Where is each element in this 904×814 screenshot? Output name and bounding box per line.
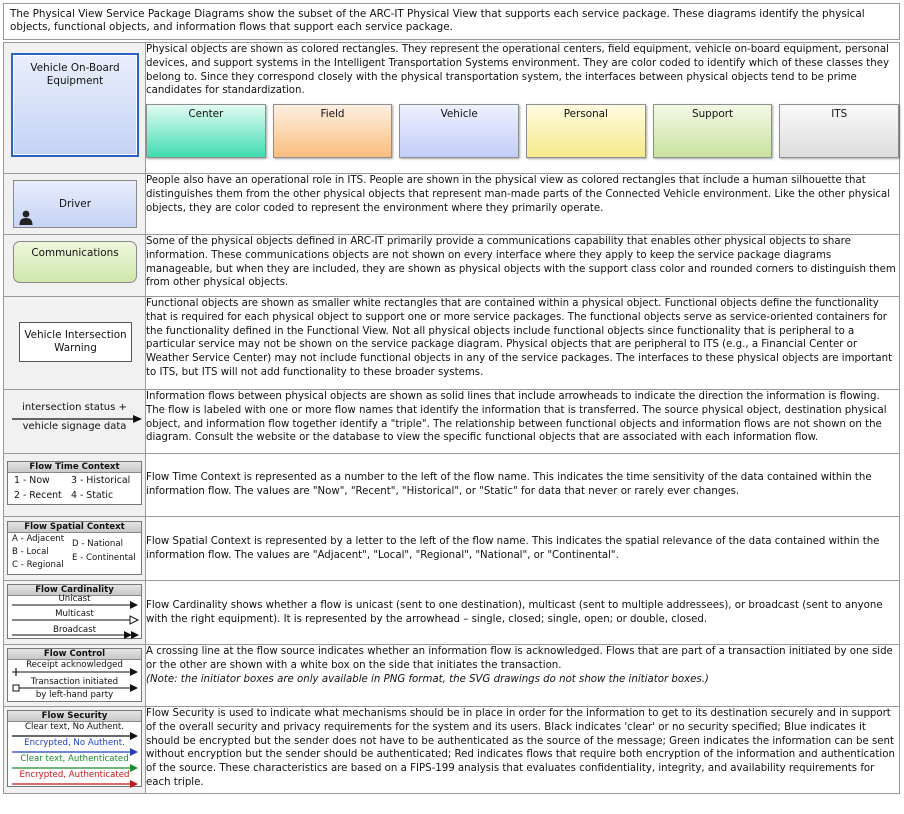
time-context-item: 2 - Recent xyxy=(14,490,62,501)
information-flow-description: Information flows between physical objec… xyxy=(146,391,887,444)
time-context-item: 4 - Static xyxy=(71,490,114,501)
cardinality-arrows xyxy=(12,601,140,639)
driver-box: Driver xyxy=(13,180,137,228)
time-context-description-cell: Flow Time Context is represented as a nu… xyxy=(145,453,900,517)
time-context-description: Flow Time Context is represented as a nu… xyxy=(146,472,872,497)
control-description: A crossing line at the flow source indic… xyxy=(146,646,893,671)
row-information-flows: intersection status + vehicle signage da… xyxy=(3,389,900,454)
flow-label-bottom: vehicle signage data xyxy=(22,421,127,432)
class-box-its: ITS xyxy=(779,104,900,159)
security-arrows xyxy=(12,732,138,788)
physical-object-label: Vehicle On-Board Equipment xyxy=(30,62,120,87)
class-box-personal: Personal xyxy=(526,104,646,159)
spatial-context-description-cell: Flow Spatial Context is represented by a… xyxy=(145,516,900,581)
class-box-center: Center xyxy=(146,104,266,159)
time-context-item: 1 - Now xyxy=(14,475,50,486)
control-arrows xyxy=(12,668,138,692)
time-context-item: 3 - Historical xyxy=(71,475,131,486)
control-box: Flow Control Receipt acknowledged Transa… xyxy=(7,648,142,702)
time-context-box: Flow Time Context 1 - Now 3 - Historical… xyxy=(7,461,142,505)
driver-label: Driver xyxy=(59,198,91,210)
class-box-vehicle: Vehicle xyxy=(399,104,520,159)
functional-object-description-cell: Functional objects are shown as smaller … xyxy=(145,296,900,390)
driver-sample-cell: Driver xyxy=(3,173,146,235)
intro-text: The Physical View Service Package Diagra… xyxy=(3,3,900,40)
spatial-context-box: Flow Spatial Context A - Adjacent B - Lo… xyxy=(7,521,142,575)
row-driver: Driver People also have an operational r… xyxy=(3,173,900,235)
acknowledged-arrow xyxy=(12,668,138,676)
legend-page: The Physical View Service Package Diagra… xyxy=(0,0,904,814)
communications-box: Communications xyxy=(13,241,137,283)
physical-object-box[interactable]: Vehicle On-Board Equipment xyxy=(13,55,137,155)
functional-object-label: Vehicle Intersection Warning xyxy=(24,329,127,354)
row-flow-spatial-context: Flow Spatial Context A - Adjacent B - Lo… xyxy=(3,516,900,581)
physical-object-classes: Center Field Vehicle Personal Support IT… xyxy=(146,104,900,159)
communications-label: Communications xyxy=(31,247,119,259)
control-description-cell: A crossing line at the flow source indic… xyxy=(145,644,900,707)
security-arrow xyxy=(12,764,138,772)
transaction-arrow xyxy=(12,684,138,692)
class-label: Field xyxy=(320,108,345,121)
class-label: Center xyxy=(188,108,224,121)
cardinality-description-cell: Flow Cardinality shows whether a flow is… xyxy=(145,580,900,645)
functional-object-description: Functional objects are shown as smaller … xyxy=(146,298,893,378)
spatial-context-description: Flow Spatial Context is represented by a… xyxy=(146,535,880,561)
functional-object-box: Vehicle Intersection Warning xyxy=(19,322,132,362)
unicast-arrow xyxy=(12,601,138,609)
security-arrow xyxy=(12,780,138,788)
cardinality-description: Flow Cardinality shows whether a flow is… xyxy=(146,599,883,625)
security-box: Flow Security Clear text, No Authent. En… xyxy=(7,710,142,788)
spatial-context-sample-cell: Flow Spatial Context A - Adjacent B - Lo… xyxy=(3,516,146,581)
row-communications: Communications Some of the physical obje… xyxy=(3,234,900,297)
legend-table: Vehicle On-Board Equipment Physical obje… xyxy=(3,42,900,794)
information-flow-description-cell: Information flows between physical objec… xyxy=(145,389,900,454)
physical-object-description-cell: Physical objects are shown as colored re… xyxy=(145,42,900,174)
class-box-field: Field xyxy=(272,104,393,159)
row-flow-time-context: Flow Time Context 1 - Now 3 - Historical… xyxy=(3,453,900,517)
security-arrow xyxy=(12,732,138,740)
row-flow-security: Flow Security Clear text, No Authent. En… xyxy=(3,706,900,794)
communications-sample-cell: Communications xyxy=(3,234,146,297)
time-context-sample-cell: Flow Time Context 1 - Now 3 - Historical… xyxy=(3,453,146,517)
broadcast-arrow xyxy=(12,631,139,639)
security-description-cell: Flow Security is used to indicate what m… xyxy=(145,706,900,794)
physical-object-sample-cell: Vehicle On-Board Equipment xyxy=(3,42,146,174)
communications-description-cell: Some of the physical objects defined in … xyxy=(145,234,900,297)
time-context-header: Flow Time Context xyxy=(8,462,141,473)
row-functional-objects: Vehicle Intersection Warning Functional … xyxy=(3,296,900,390)
control-note: (Note: the initiator boxes are only avai… xyxy=(146,673,709,685)
communications-description: Some of the physical objects defined in … xyxy=(146,236,896,289)
cardinality-box: Flow Cardinality Unicast Multicast Broad… xyxy=(7,584,142,639)
person-silhouette-icon xyxy=(19,210,33,225)
spatial-context-item: B - Local xyxy=(12,547,49,557)
row-physical-objects: Vehicle On-Board Equipment Physical obje… xyxy=(3,42,900,174)
class-label: Personal xyxy=(563,108,608,121)
multicast-arrow xyxy=(12,615,140,625)
functional-object-sample-cell: Vehicle Intersection Warning xyxy=(3,296,146,390)
cardinality-sample-cell: Flow Cardinality Unicast Multicast Broad… xyxy=(3,580,146,645)
class-label: Vehicle xyxy=(440,108,478,121)
spatial-context-item: E - Continental xyxy=(72,553,136,563)
driver-description-cell: People also have an operational role in … xyxy=(145,173,900,235)
class-box-support: Support xyxy=(652,104,773,159)
row-flow-control: Flow Control Receipt acknowledged Transa… xyxy=(3,644,900,707)
class-label: Support xyxy=(691,108,734,121)
physical-object-description: Physical objects are shown as colored re… xyxy=(146,44,890,97)
driver-description: People also have an operational role in … xyxy=(146,175,891,214)
spatial-context-item: A - Adjacent xyxy=(12,534,65,544)
spatial-context-item: D - National xyxy=(72,539,123,549)
row-flow-cardinality: Flow Cardinality Unicast Multicast Broad… xyxy=(3,580,900,645)
security-arrow xyxy=(12,748,138,756)
security-sample-cell: Flow Security Clear text, No Authent. En… xyxy=(3,706,146,794)
class-label: ITS xyxy=(831,108,848,121)
information-flow-sample-cell: intersection status + vehicle signage da… xyxy=(3,389,146,454)
spatial-context-item: C - Regional xyxy=(12,560,64,570)
security-description: Flow Security is used to indicate what m… xyxy=(146,708,895,788)
control-sample-cell: Flow Control Receipt acknowledged Transa… xyxy=(3,644,146,707)
spatial-context-header: Flow Spatial Context xyxy=(8,522,141,533)
